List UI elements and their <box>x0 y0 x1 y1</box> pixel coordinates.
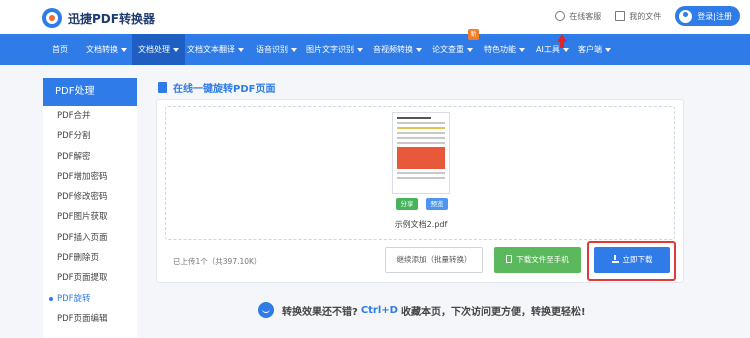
thumb-line <box>397 142 445 144</box>
file-icon <box>615 11 626 21</box>
nav-item-doc-convert[interactable]: 文档转换 <box>86 34 127 65</box>
nav-item-ocr[interactable]: 图片文字识别 <box>306 34 363 65</box>
logo[interactable]: 迅捷PDF转换器 <box>42 8 155 28</box>
red-arrow-stem <box>560 42 564 48</box>
nav-item-doc-process[interactable]: 文档处理 <box>132 34 185 65</box>
page-title: 在线一键旋转PDF页面 <box>158 80 275 95</box>
sidebar-item-edit-page[interactable]: PDF页面编辑 <box>43 309 137 329</box>
nav-item-features[interactable]: 特色功能 <box>484 34 525 65</box>
chevron-down-icon <box>562 47 569 52</box>
chevron-down-icon <box>357 47 363 52</box>
thumb-line <box>397 117 431 119</box>
page-title-text: 在线一键旋转PDF页面 <box>173 84 276 95</box>
download-button[interactable]: 立即下载 <box>594 247 670 273</box>
sidebar: PDF处理 PDF合并 PDF分割 PDF解密 PDF增加密码 PDF修改密码 … <box>43 78 137 338</box>
support-link[interactable]: 在线客服 <box>555 11 601 22</box>
sidebar-item-split[interactable]: PDF分割 <box>43 126 137 146</box>
phone-label: 下载文件至手机 <box>516 255 569 264</box>
download-icon <box>611 255 619 263</box>
thumb-line <box>397 132 445 134</box>
chevron-down-icon <box>416 47 422 52</box>
sidebar-item-extract-page[interactable]: PDF页面提取 <box>43 268 137 288</box>
login-button[interactable]: 登录|注册 <box>675 6 740 26</box>
preview-button[interactable]: 预览 <box>426 198 448 210</box>
file-dropzone[interactable]: 分享 预览 示例文档2.pdf <box>165 106 675 240</box>
sidebar-item-merge[interactable]: PDF合并 <box>43 106 137 126</box>
nav-item-client[interactable]: 客户端 <box>578 34 611 65</box>
thumb-line <box>397 172 445 174</box>
tip-before: 转换效果还不错? <box>282 306 358 318</box>
upload-info: 已上传1个（共397.10K） <box>173 257 262 266</box>
smile-icon <box>258 302 274 318</box>
document-icon <box>158 82 167 93</box>
upload-panel: 分享 预览 示例文档2.pdf 已上传1个（共397.10K） 继续添加（批量转… <box>156 99 684 283</box>
chevron-down-icon <box>519 47 525 52</box>
file-thumbnail[interactable] <box>392 112 450 194</box>
download-to-phone-button[interactable]: 下载文件至手机 <box>494 247 581 273</box>
nav-item-av-convert[interactable]: 音视频转换 <box>373 34 422 65</box>
thumb-image <box>397 147 445 169</box>
chevron-down-icon <box>238 47 244 52</box>
logo-text: 迅捷PDF转换器 <box>68 11 155 26</box>
sidebar-item-change-password[interactable]: PDF修改密码 <box>43 187 137 207</box>
nav-item-speech[interactable]: 语音识别 <box>256 34 297 65</box>
new-badge: 新 <box>468 29 479 40</box>
sidebar-item-delete-page[interactable]: PDF删除页 <box>43 248 137 268</box>
thumb-line <box>397 122 445 124</box>
headset-icon <box>555 11 566 21</box>
sidebar-item-extract-images[interactable]: PDF图片获取 <box>43 207 137 227</box>
tip-shortcut: Ctrl+D <box>360 304 398 316</box>
nav-item-home[interactable]: 首页 <box>52 34 68 65</box>
chevron-down-icon <box>121 47 127 52</box>
sidebar-item-decrypt[interactable]: PDF解密 <box>43 147 137 167</box>
phone-icon <box>506 255 513 263</box>
sidebar-item-rotate[interactable]: PDF旋转 <box>43 289 137 309</box>
my-files-label: 我的文件 <box>629 11 662 21</box>
login-label: 登录|注册 <box>697 11 732 21</box>
bookmark-tip: 转换效果还不错? Ctrl+D 收藏本页，下次访问更方便，转换更轻松! <box>258 302 586 318</box>
main-nav: 首页 文档转换 文档处理 文档文本翻译 语音识别 图片文字识别 音视频转换 论文… <box>0 29 750 65</box>
thumb-line <box>397 177 445 179</box>
logo-icon <box>42 8 62 28</box>
sidebar-header: PDF处理 <box>43 78 137 106</box>
thumb-line <box>397 137 445 139</box>
sidebar-item-add-password[interactable]: PDF增加密码 <box>43 167 137 187</box>
top-header: 迅捷PDF转换器 在线客服 我的文件 登录|注册 <box>0 0 750 34</box>
chevron-down-icon <box>467 47 473 52</box>
chevron-down-icon <box>605 47 611 52</box>
download-label: 立即下载 <box>622 255 653 264</box>
my-files-link[interactable]: 我的文件 <box>615 11 661 22</box>
nav-item-plagiarism[interactable]: 论文查重新 <box>432 29 479 65</box>
support-label: 在线客服 <box>569 11 602 21</box>
thumb-line <box>397 127 445 129</box>
chevron-down-icon <box>173 47 179 52</box>
user-icon <box>679 9 693 23</box>
file-name: 示例文档2.pdf <box>394 220 448 229</box>
continue-add-button[interactable]: 继续添加（批量转换） <box>385 247 483 273</box>
chevron-down-icon <box>291 47 297 52</box>
red-arrow-icon <box>557 34 567 42</box>
sidebar-item-insert-page[interactable]: PDF插入页面 <box>43 228 137 248</box>
nav-item-translate[interactable]: 文档文本翻译 <box>187 34 244 65</box>
tip-after: 收藏本页，下次访问更方便，转换更轻松! <box>400 306 586 318</box>
header-actions: 在线客服 我的文件 登录|注册 <box>555 6 740 26</box>
share-button[interactable]: 分享 <box>396 198 418 210</box>
